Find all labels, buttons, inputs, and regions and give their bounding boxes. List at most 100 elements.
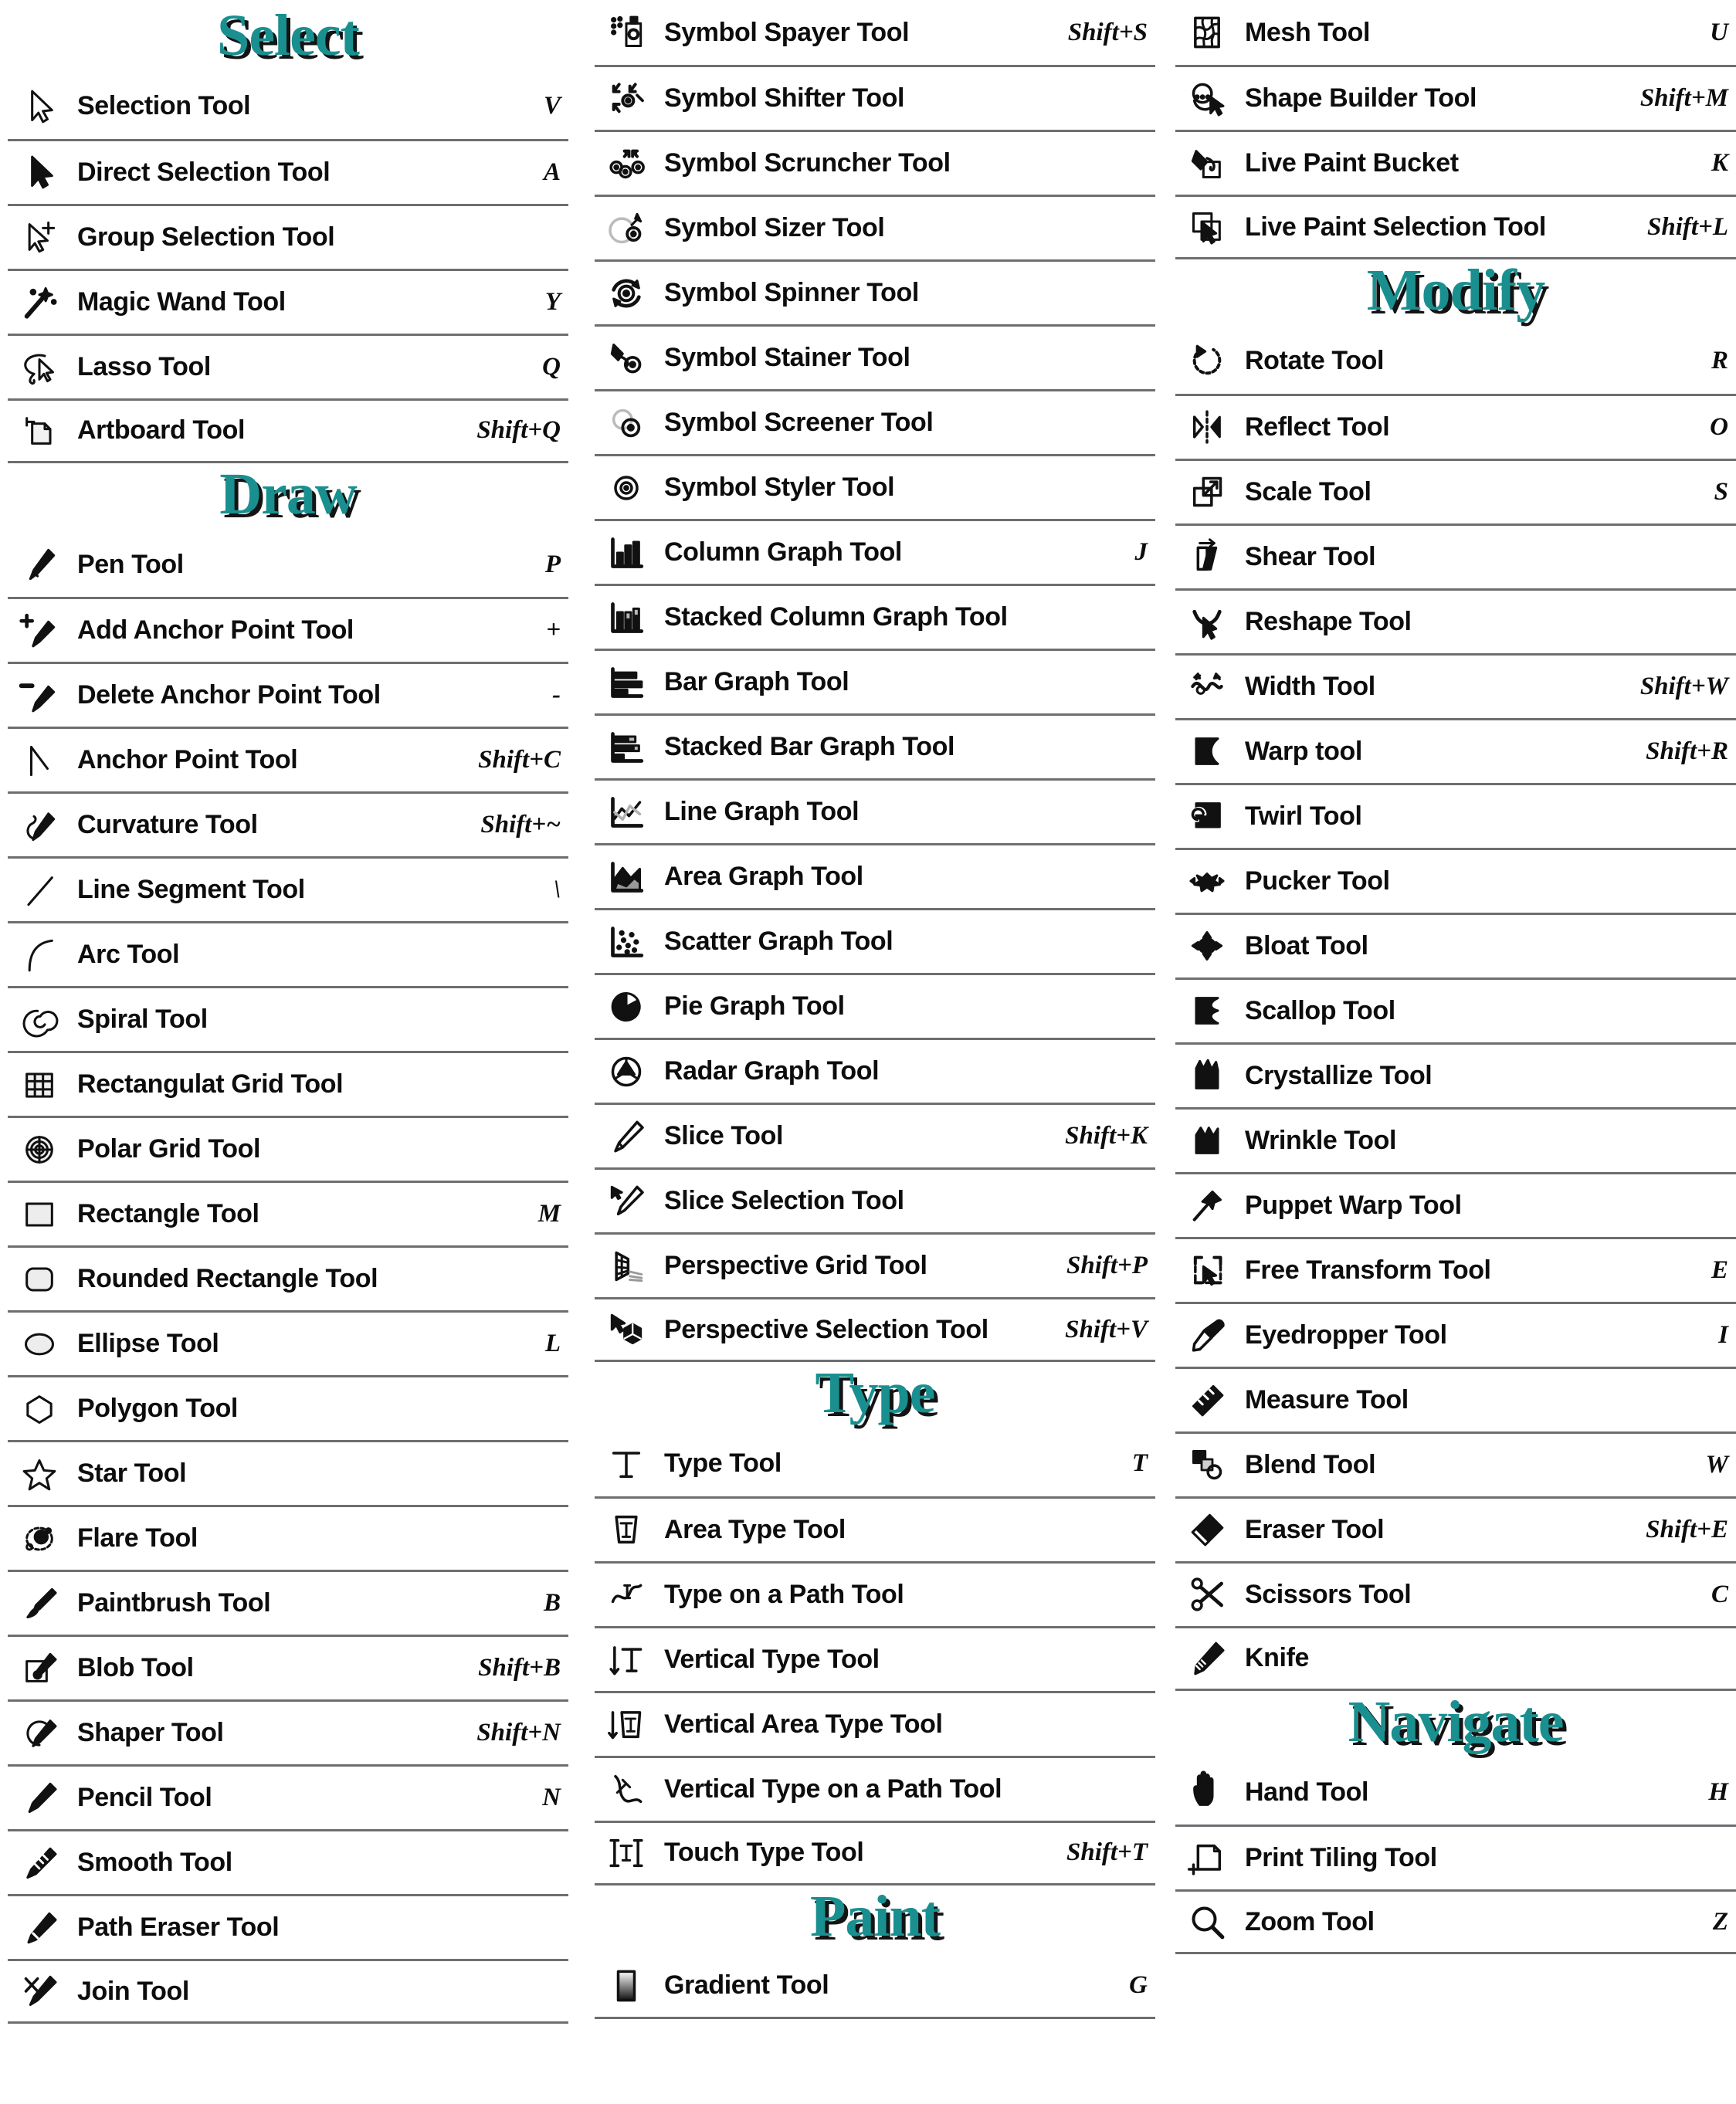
tool-row[interactable]: Symbol Stainer Tool	[595, 324, 1155, 389]
line-graph-icon	[598, 788, 655, 836]
tool-row[interactable]: Type Tool T	[595, 1431, 1155, 1496]
tool-shortcut: Shift+Q	[476, 416, 561, 445]
symbol-shifter-icon	[598, 75, 655, 123]
tool-shortcut: R	[1711, 347, 1728, 375]
tool-row[interactable]: Direct Selection Tool A	[8, 138, 568, 204]
tool-row[interactable]: Scatter Graph Tool	[595, 908, 1155, 973]
tool-row[interactable]: Measure Tool	[1175, 1366, 1736, 1431]
tool-row[interactable]: Rectangle Tool M	[8, 1181, 568, 1245]
tool-row[interactable]: Blend Tool W	[1175, 1431, 1736, 1496]
tool-row[interactable]: Polar Grid Tool	[8, 1116, 568, 1181]
tool-row[interactable]: Artboard Tool Shift+Q	[8, 398, 568, 463]
tool-row[interactable]: Rounded Rectangle Tool	[8, 1245, 568, 1310]
tool-row[interactable]: Scallop Tool	[1175, 977, 1736, 1042]
tool-row[interactable]: Ellipse Tool L	[8, 1310, 568, 1375]
tool-row[interactable]: Slice Selection Tool	[595, 1167, 1155, 1232]
tool-row[interactable]: Pen Tool P	[8, 532, 568, 597]
add-anchor-point-icon	[11, 607, 68, 655]
tool-row[interactable]: Live Paint Bucket K	[1175, 130, 1736, 195]
tool-row[interactable]: Polygon Tool	[8, 1375, 568, 1440]
tool-row[interactable]: Bloat Tool	[1175, 912, 1736, 977]
tool-row[interactable]: Type on a Path Tool	[595, 1560, 1155, 1626]
tool-shortcut: I	[1718, 1320, 1728, 1349]
tool-row[interactable]: Shaper Tool Shift+N	[8, 1699, 568, 1764]
tool-row[interactable]: Mesh Tool U	[1175, 0, 1736, 65]
tool-row[interactable]: Twirl Tool	[1175, 782, 1736, 848]
tool-row[interactable]: Symbol Sizer Tool	[595, 195, 1155, 259]
tool-row[interactable]: Crystallize Tool	[1175, 1042, 1736, 1107]
tool-row[interactable]: Puppet Warp Tool	[1175, 1171, 1736, 1237]
tool-row[interactable]: Stacked Column Graph Tool	[595, 584, 1155, 649]
tool-row[interactable]: Vertical Type Tool	[595, 1625, 1155, 1691]
tool-row[interactable]: Perspective Selection Tool Shift+V	[595, 1297, 1155, 1362]
tool-row[interactable]: Knife	[1175, 1625, 1736, 1691]
tool-row[interactable]: Anchor Point Tool Shift+C	[8, 727, 568, 791]
tool-shortcut: W	[1705, 1450, 1728, 1479]
tool-row[interactable]: Pie Graph Tool	[595, 973, 1155, 1038]
tool-row[interactable]: Blob Tool Shift+B	[8, 1635, 568, 1699]
tool-row[interactable]: Add Anchor Point Tool +	[8, 597, 568, 662]
tool-name: Gradient Tool	[664, 1970, 829, 2001]
tool-row[interactable]: Gradient Tool G	[595, 1954, 1155, 2020]
tool-row[interactable]: Area Graph Tool	[595, 843, 1155, 908]
tool-row[interactable]: Warp tool Shift+R	[1175, 717, 1736, 783]
tool-name: Area Type Tool	[664, 1514, 846, 1544]
tool-row[interactable]: Eyedropper Tool I	[1175, 1301, 1736, 1367]
tool-row[interactable]: Reflect Tool O	[1175, 393, 1736, 459]
tool-row[interactable]: Arc Tool	[8, 921, 568, 986]
tool-row[interactable]: Delete Anchor Point Tool -	[8, 662, 568, 727]
tool-row[interactable]: Slice Tool Shift+K	[595, 1103, 1155, 1167]
tool-row[interactable]: Line Segment Tool \	[8, 856, 568, 921]
tool-row[interactable]: Shape Builder Tool Shift+M	[1175, 65, 1736, 130]
tool-row[interactable]: Shear Tool	[1175, 523, 1736, 588]
tool-row[interactable]: Zoom Tool Z	[1175, 1889, 1736, 1955]
tool-row[interactable]: Spiral Tool	[8, 986, 568, 1051]
tool-row[interactable]: Magic Wand Tool Y	[8, 268, 568, 334]
tool-row[interactable]: Live Paint Selection Tool Shift+L	[1175, 195, 1736, 259]
tool-name: Symbol Styler Tool	[664, 473, 895, 502]
tool-row[interactable]: Radar Graph Tool	[595, 1038, 1155, 1103]
tool-row[interactable]: Eraser Tool Shift+E	[1175, 1496, 1736, 1561]
tool-row[interactable]: Touch Type Tool Shift+T	[595, 1820, 1155, 1885]
tool-row[interactable]: Free Transform Tool E	[1175, 1236, 1736, 1302]
tool-row[interactable]: Path Eraser Tool	[8, 1894, 568, 1959]
tool-row[interactable]: Rectangulat Grid Tool	[8, 1051, 568, 1116]
tool-row[interactable]: Column Graph Tool J	[595, 519, 1155, 584]
delete-anchor-point-icon	[11, 672, 68, 720]
tool-row[interactable]: Curvature Tool Shift+~	[8, 791, 568, 856]
tool-shortcut: P	[544, 550, 561, 578]
tool-row[interactable]: Pencil Tool N	[8, 1764, 568, 1829]
tool-row[interactable]: Reshape Tool	[1175, 588, 1736, 653]
tool-row[interactable]: Wrinkle Tool	[1175, 1106, 1736, 1172]
tool-row[interactable]: Symbol Spayer Tool Shift+S	[595, 0, 1155, 65]
tool-row[interactable]: Group Selection Tool	[8, 203, 568, 269]
tool-row[interactable]: Join Tool	[8, 1959, 568, 2024]
tool-row[interactable]: Flare Tool	[8, 1505, 568, 1570]
tool-shortcut: N	[542, 1784, 561, 1812]
tool-row[interactable]: Line Graph Tool	[595, 778, 1155, 843]
tool-row[interactable]: Symbol Shifter Tool	[595, 65, 1155, 130]
tool-row[interactable]: Vertical Area Type Tool	[595, 1690, 1155, 1756]
tool-row[interactable]: Paintbrush Tool B	[8, 1570, 568, 1635]
tool-row[interactable]: Lasso Tool Q	[8, 333, 568, 398]
tool-name: Symbol Scruncher Tool	[664, 148, 951, 178]
tool-row[interactable]: Selection Tool V	[8, 74, 568, 139]
tool-row[interactable]: Perspective Grid Tool Shift+P	[595, 1232, 1155, 1297]
tool-row[interactable]: Pucker Tool	[1175, 847, 1736, 913]
tool-row[interactable]: Vertical Type on a Path Tool	[595, 1755, 1155, 1821]
tool-row[interactable]: Scissors Tool C	[1175, 1560, 1736, 1626]
tool-row[interactable]: Symbol Screener Tool	[595, 389, 1155, 454]
tool-row[interactable]: Star Tool	[8, 1440, 568, 1505]
tool-row[interactable]: Symbol Spinner Tool	[595, 259, 1155, 324]
tool-row[interactable]: Scale Tool S	[1175, 458, 1736, 523]
tool-row[interactable]: Bar Graph Tool	[595, 649, 1155, 713]
tool-row[interactable]: Symbol Scruncher Tool	[595, 130, 1155, 195]
tool-row[interactable]: Hand Tool H	[1175, 1760, 1736, 1824]
tool-row[interactable]: Stacked Bar Graph Tool	[595, 713, 1155, 778]
tool-row[interactable]: Smooth Tool	[8, 1829, 568, 1894]
tool-row[interactable]: Width Tool Shift+W	[1175, 652, 1736, 718]
tool-row[interactable]: Rotate Tool R	[1175, 329, 1736, 394]
tool-row[interactable]: Area Type Tool	[595, 1496, 1155, 1561]
tool-row[interactable]: Print Tiling Tool	[1175, 1824, 1736, 1889]
tool-row[interactable]: Symbol Styler Tool	[595, 454, 1155, 519]
